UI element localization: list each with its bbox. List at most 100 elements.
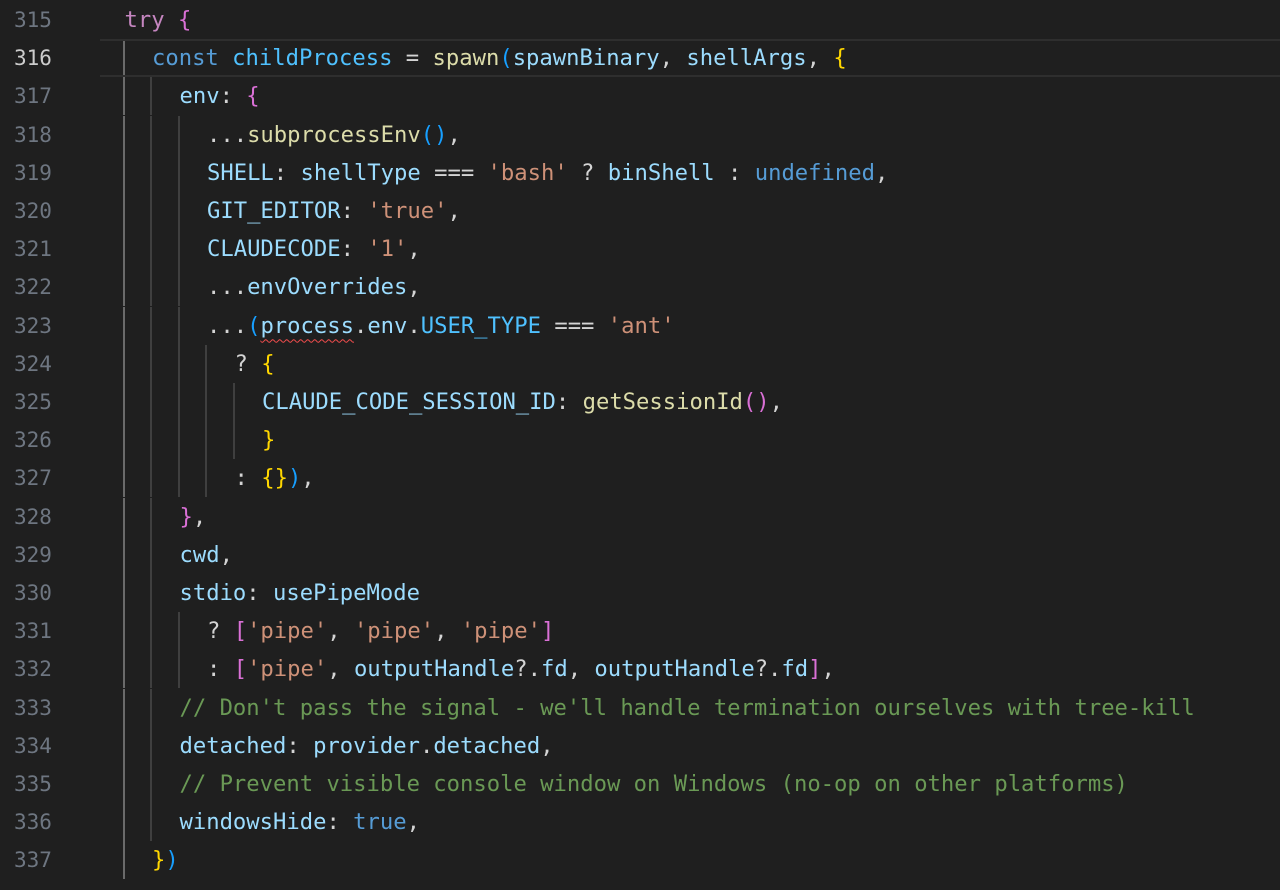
token-function: getSessionId xyxy=(582,389,743,415)
line-number: 315 xyxy=(14,8,52,32)
line-number: 316 xyxy=(14,46,52,71)
indent-guide xyxy=(150,688,152,727)
indent-guide xyxy=(122,574,125,612)
code-text: ? { xyxy=(235,345,275,383)
indent-guide xyxy=(150,230,152,269)
code-line[interactable]: 331? ['pipe', 'pipe', 'pipe'] xyxy=(0,612,1280,651)
indent-guide xyxy=(150,726,152,765)
token-bracket-3: () xyxy=(420,121,448,148)
code-text: }) xyxy=(152,841,179,879)
code-line[interactable]: 316 const childProcess = spawn(spawnBinar… xyxy=(0,39,1280,78)
token-string: 'bash' xyxy=(487,159,568,186)
token-variable: CLAUDECODE xyxy=(207,236,341,263)
indent-guide xyxy=(150,344,152,383)
code-line[interactable]: 328}, xyxy=(0,497,1280,536)
code-line[interactable]: 333 // Don't pass the signal - we'll hand… xyxy=(0,688,1280,727)
code-text: ...envOverrides, xyxy=(207,268,421,306)
code-line[interactable]: 318 ...subprocessEnv(), xyxy=(0,115,1280,154)
indent-guide xyxy=(122,344,125,383)
indent-guide xyxy=(122,535,125,574)
line-number: 329 xyxy=(14,542,52,567)
line-number: 330 xyxy=(14,581,52,605)
code-line[interactable]: 322 ...envOverrides, xyxy=(0,268,1280,307)
code-line[interactable]: 325 CLAUDE_CODE_SESSION_ID: getSessionId(… xyxy=(0,383,1280,421)
token: , xyxy=(567,656,595,683)
line-number: 319 xyxy=(14,160,52,185)
indent-guide xyxy=(150,459,152,498)
code-text: : ['pipe', outputHandle?.fd, outputHandl… xyxy=(207,650,835,688)
indent-guide xyxy=(205,344,207,383)
token: ?. xyxy=(514,656,541,683)
code-editor[interactable]: 315 try {316 const childProcess = spawn(sp… xyxy=(0,0,1280,890)
token: , xyxy=(821,656,835,683)
code-line[interactable]: 327: {}), xyxy=(0,459,1280,498)
code-text: // Prevent visible console window on Win… xyxy=(180,765,1128,803)
token: ? xyxy=(567,159,608,186)
token-variable: cwd xyxy=(179,541,220,568)
line-number: 335 xyxy=(14,772,52,796)
token-bracket-1: } xyxy=(262,427,276,454)
indent-guide xyxy=(122,726,125,765)
token: = xyxy=(392,45,433,72)
code-line[interactable]: 329 cwd, xyxy=(0,535,1280,574)
code-line[interactable]: 332: ['pipe', outputHandle?.fd, outputHa… xyxy=(0,650,1280,689)
code-line[interactable]: 320 GIT_EDITOR: 'true', xyxy=(0,192,1280,230)
code-line[interactable]: 334 detached: provider.detached, xyxy=(0,726,1280,765)
indent-guide xyxy=(177,306,180,345)
token-variable: envOverrides xyxy=(247,274,408,301)
token: ... xyxy=(207,274,248,301)
indent-guide xyxy=(177,383,180,421)
code-line[interactable]: 335 // Prevent visible console window on … xyxy=(0,765,1280,803)
code-line[interactable]: 315 try { xyxy=(0,1,1280,39)
code-line[interactable]: 337}) xyxy=(0,841,1280,880)
token-constant: USER_TYPE xyxy=(420,312,541,339)
token-variable: GIT_EDITOR xyxy=(207,198,341,224)
token-bracket-3: ) xyxy=(165,847,179,874)
token-bracket-2: () xyxy=(742,389,770,415)
indent-guide xyxy=(122,39,125,78)
code-line[interactable]: 317 env: { xyxy=(0,77,1280,116)
indent-guide xyxy=(177,115,180,154)
token-variable: usePipeMode xyxy=(273,580,420,606)
indent-guide xyxy=(205,421,207,460)
token-bracket-2: [ xyxy=(233,618,248,645)
code-line[interactable]: 330 stdio: usePipeMode xyxy=(0,574,1280,612)
line-number: 326 xyxy=(14,428,52,453)
line-number: 318 xyxy=(14,122,52,147)
token-keyword-control: try xyxy=(124,7,165,33)
token-bracket-2: } xyxy=(179,503,193,530)
code-line[interactable]: 336 windowsHide: true, xyxy=(0,803,1280,842)
indent-guide xyxy=(177,230,180,269)
token-string: 'pipe' xyxy=(247,656,328,683)
code-line[interactable]: 321 CLAUDECODE: '1', xyxy=(0,230,1280,269)
token-variable: detached xyxy=(179,732,287,759)
code-text: } xyxy=(262,421,275,459)
token: === xyxy=(540,312,608,339)
token: , xyxy=(301,465,315,492)
indent-guide xyxy=(122,612,125,651)
indent-guide xyxy=(150,650,152,689)
indent-guide xyxy=(150,421,152,460)
code-line[interactable]: 319 SHELL: shellType === 'bash' ? binShel… xyxy=(0,153,1280,192)
token-variable: env xyxy=(367,312,408,339)
indent-guide xyxy=(150,765,152,803)
token: : xyxy=(246,580,274,606)
line-number: 322 xyxy=(14,275,52,300)
indent-guide xyxy=(122,153,125,192)
code-line[interactable]: 323 ...(process.env.USER_TYPE === 'ant' xyxy=(0,306,1280,345)
code-line[interactable]: 324? { xyxy=(0,344,1280,383)
token-variable: detached xyxy=(433,732,541,759)
indent-guide xyxy=(122,841,125,880)
code-text: ...subprocessEnv(), xyxy=(207,116,461,154)
indent-guide xyxy=(122,77,125,116)
code-line[interactable]: 326} xyxy=(0,421,1280,460)
token: , xyxy=(447,121,461,148)
indent-guide xyxy=(150,497,152,536)
indent-guide xyxy=(122,459,125,498)
code-text: const childProcess = spawn(spawnBinary, … xyxy=(152,39,847,77)
token: . xyxy=(407,312,421,339)
indent-guide xyxy=(150,803,152,842)
line-number: 321 xyxy=(14,237,52,262)
token-variable: SHELL xyxy=(207,159,274,186)
